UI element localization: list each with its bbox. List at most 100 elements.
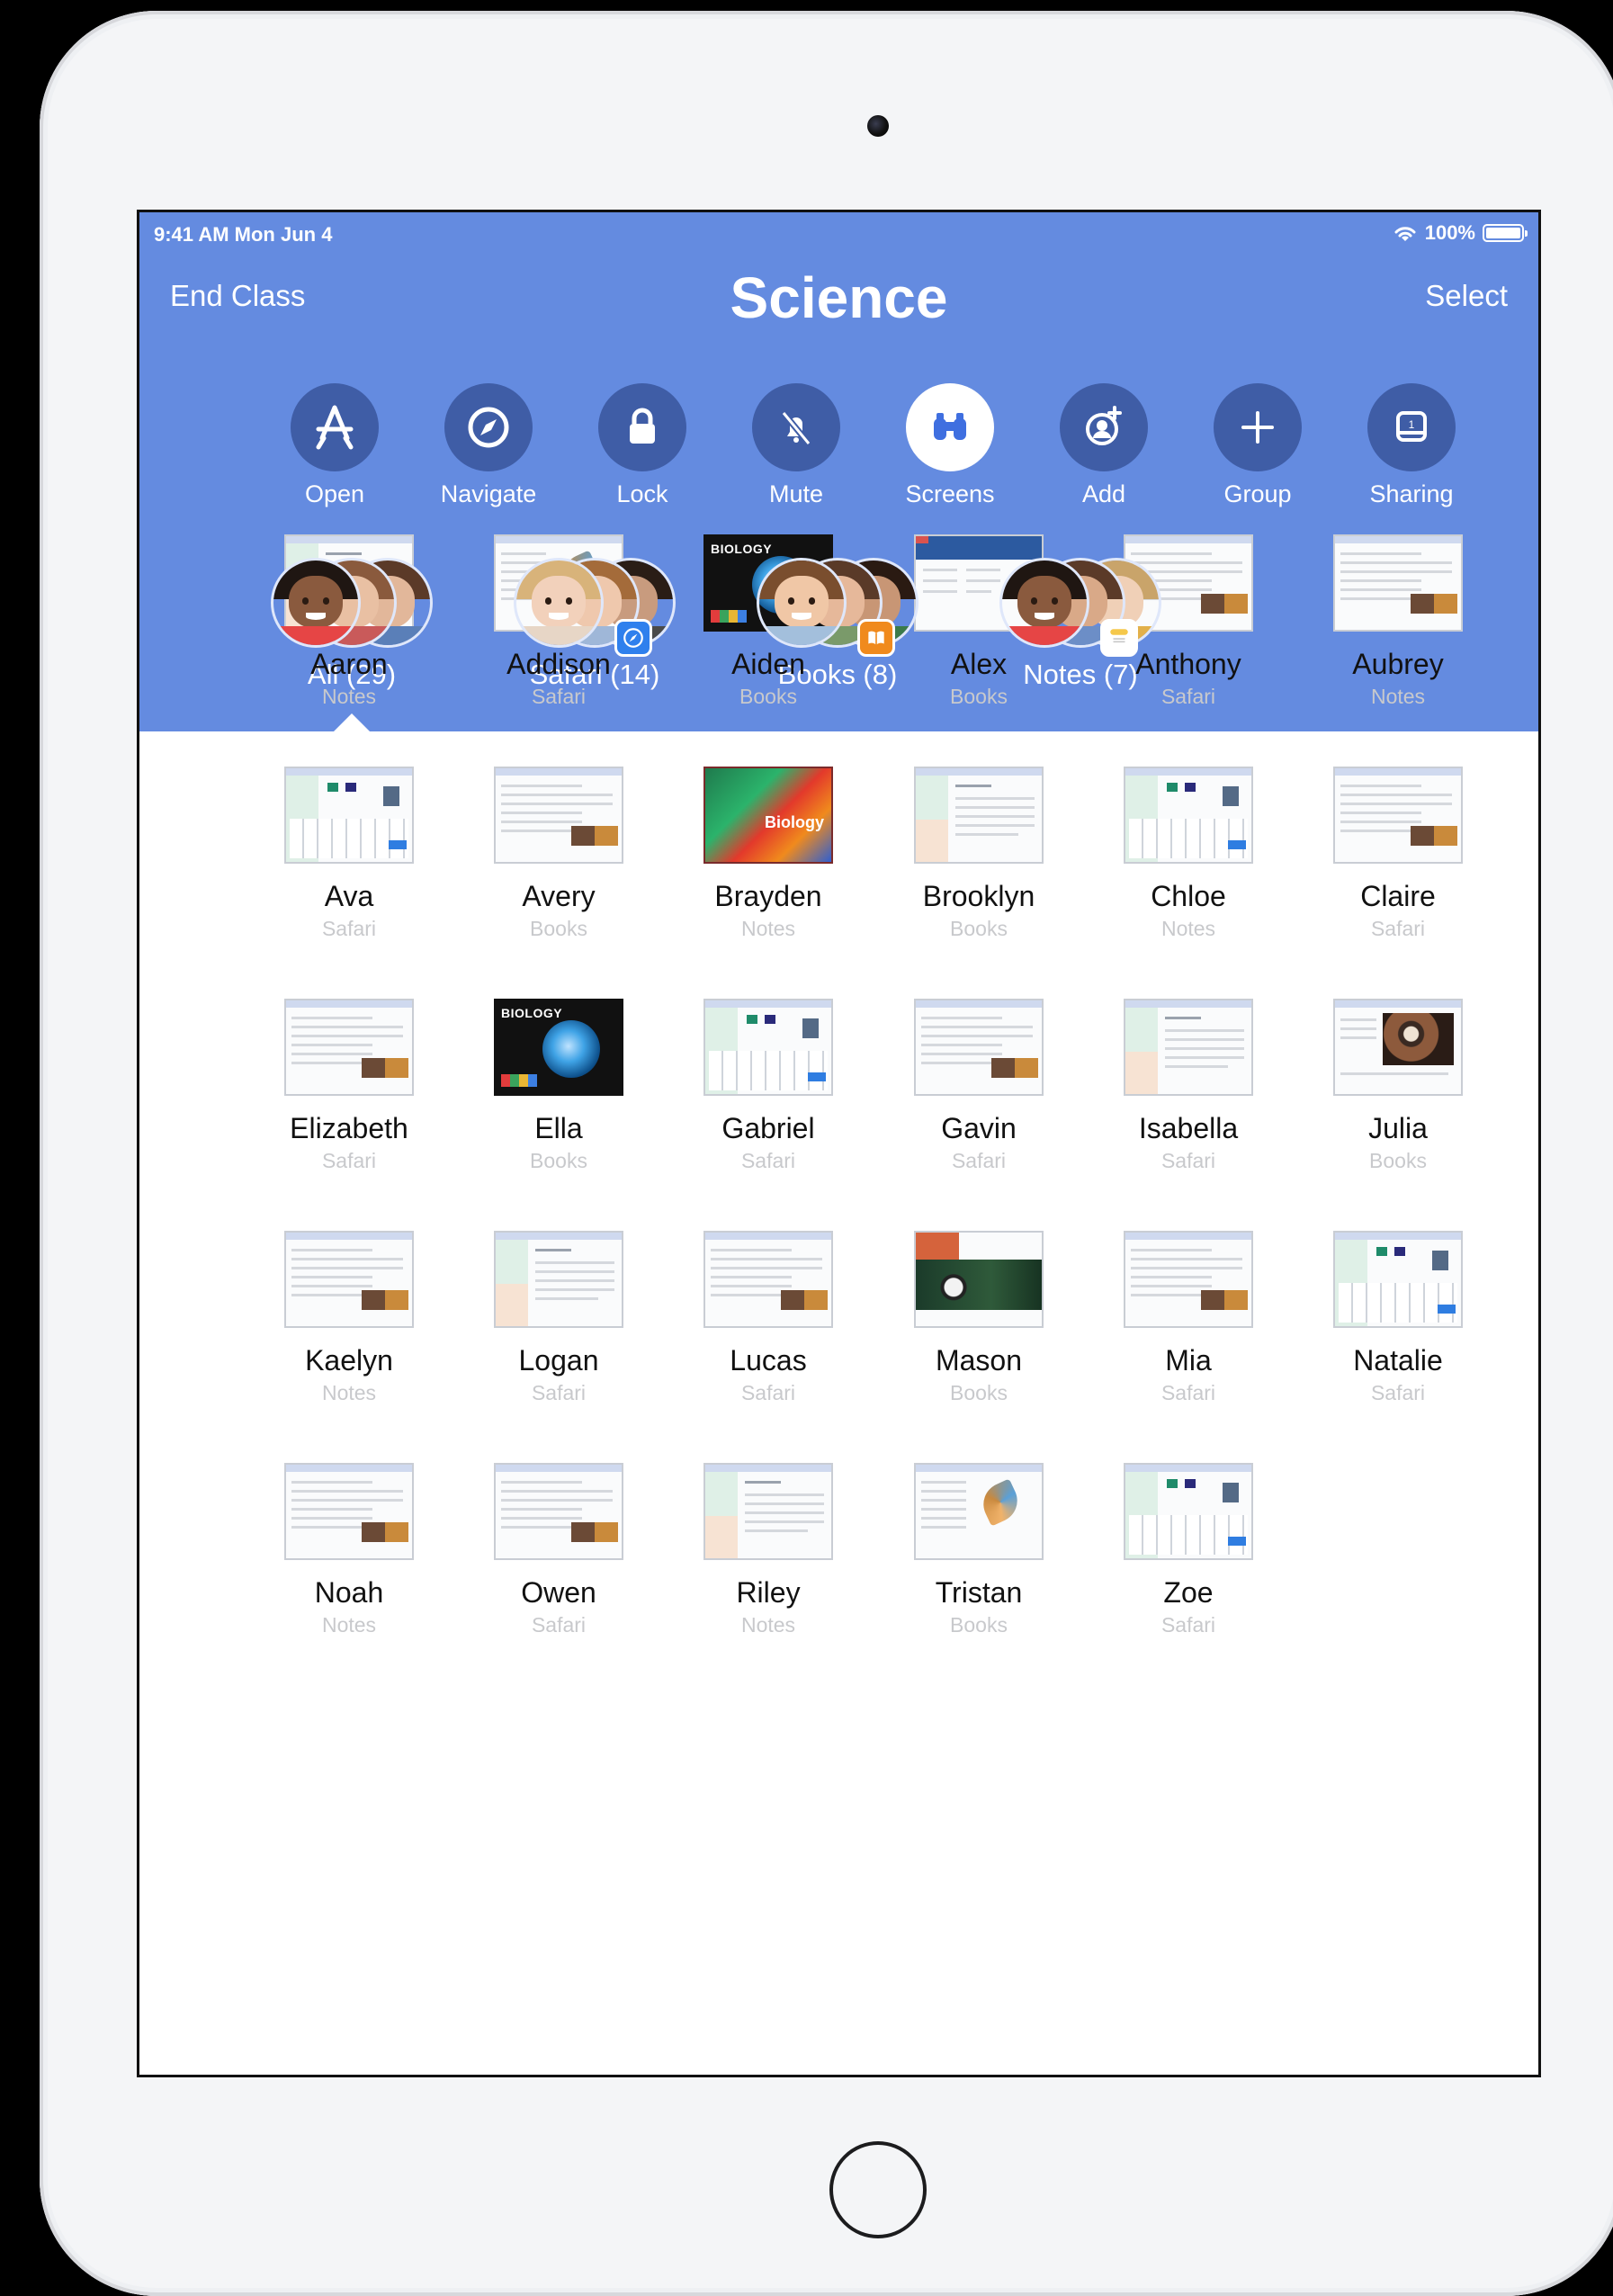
student-name: Tristan — [935, 1576, 1023, 1609]
wifi-icon — [1394, 227, 1416, 241]
student-card[interactable]: Elizabeth Safari — [246, 999, 453, 1173]
screen-thumbnail — [284, 767, 414, 864]
student-name: Logan — [518, 1344, 599, 1377]
screen-thumbnail — [1124, 767, 1253, 864]
screen-thumbnail — [1124, 1231, 1253, 1328]
student-card[interactable]: Gabriel Safari — [665, 999, 872, 1173]
add-person-icon — [1060, 383, 1148, 471]
home-button[interactable] — [829, 2141, 927, 2238]
screen-thumbnail — [703, 1231, 833, 1328]
student-card[interactable]: Natalie Safari — [1295, 1231, 1501, 1405]
student-current-app: Safari — [740, 1381, 796, 1404]
student-card[interactable]: Claire Safari — [1295, 767, 1501, 941]
screen-thumbnail — [914, 1231, 1044, 1328]
student-current-app: Notes — [740, 917, 796, 940]
student-current-app: Safari — [531, 1381, 587, 1404]
student-name: Lucas — [730, 1344, 807, 1377]
student-card[interactable]: Gavin Safari — [875, 999, 1082, 1173]
tool-label: Screens — [905, 480, 995, 507]
safari-badge-icon — [614, 619, 652, 657]
screen-thumbnail — [284, 999, 414, 1096]
student-current-app: Books — [950, 685, 1008, 708]
student-card[interactable]: Riley Notes — [665, 1463, 872, 1637]
screen-thumbnail — [914, 767, 1044, 864]
student-card[interactable]: Tristan Books — [875, 1463, 1082, 1637]
tool-group-button[interactable]: Group — [1177, 383, 1339, 508]
student-card[interactable]: Chloe Notes — [1085, 767, 1292, 941]
student-card[interactable]: Mason Books — [875, 1231, 1082, 1405]
screen-thumbnail — [1333, 1231, 1463, 1328]
avatar-stack — [999, 558, 1161, 657]
student-current-app: Safari — [531, 685, 587, 708]
student-card[interactable]: Owen Safari — [455, 1463, 662, 1637]
avatar-stack — [757, 558, 919, 657]
lock-icon — [598, 383, 686, 471]
student-current-app: Safari — [1160, 1613, 1216, 1637]
student-card[interactable]: Julia Books — [1295, 999, 1501, 1173]
tool-label: Group — [1223, 480, 1292, 507]
tool-open-button[interactable]: Open — [254, 383, 416, 508]
student-name: Noah — [314, 1576, 384, 1609]
screen-thumbnail — [914, 1463, 1044, 1560]
student-card[interactable]: BIOLOGY Ella Books — [455, 999, 662, 1173]
student-current-app: Safari — [321, 1149, 377, 1172]
tool-add-button[interactable]: Add — [1023, 383, 1185, 508]
tool-lock-button[interactable]: Lock — [561, 383, 723, 508]
student-card[interactable]: Avery Books — [455, 767, 662, 941]
student-card[interactable]: Logan Safari — [455, 1231, 662, 1405]
screen-thumbnail — [1333, 534, 1463, 632]
tool-mute-button[interactable]: Mute — [715, 383, 877, 508]
student-current-app: Safari — [1160, 1149, 1216, 1172]
tool-label: Open — [304, 480, 365, 507]
student-card[interactable]: Ava Safari — [246, 767, 453, 941]
screen-thumbnail — [703, 999, 833, 1096]
student-card[interactable]: Mia Safari — [1085, 1231, 1292, 1405]
student-name: Brayden — [714, 880, 822, 912]
tool-label: Navigate — [440, 480, 537, 507]
screen-thumbnail — [1333, 999, 1463, 1096]
student-current-app: Safari — [951, 1149, 1007, 1172]
student-name: Gavin — [941, 1112, 1017, 1144]
student-name: Chloe — [1151, 880, 1226, 912]
student-name: Brooklyn — [922, 880, 1035, 912]
books-badge-icon — [857, 619, 895, 657]
student-card[interactable]: Noah Notes — [246, 1463, 453, 1637]
student-card[interactable]: Biology Brayden Notes — [665, 767, 872, 941]
student-card[interactable]: Brooklyn Books — [875, 767, 1082, 941]
tool-label: Add — [1081, 480, 1126, 507]
tool-sharing-button[interactable]: 1 Sharing — [1331, 383, 1492, 508]
student-name: Elizabeth — [290, 1112, 408, 1144]
student-current-app: Books — [530, 917, 587, 940]
student-card[interactable]: Lucas Safari — [665, 1231, 872, 1405]
screen-thumbnail — [1333, 767, 1463, 864]
screen-thumbnail — [494, 1463, 623, 1560]
app-store-icon — [291, 383, 379, 471]
student-card[interactable]: Kaelyn Notes — [246, 1231, 453, 1405]
thumbnail-title: Biology — [765, 813, 824, 831]
student-name: Isabella — [1138, 1112, 1239, 1144]
avatar — [514, 558, 604, 648]
student-card[interactable]: Aubrey Notes — [1295, 534, 1501, 709]
plus-icon — [1214, 383, 1302, 471]
page-title: Science — [730, 265, 948, 330]
screen-thumbnail — [494, 1231, 623, 1328]
student-card[interactable]: Zoe Safari — [1085, 1463, 1292, 1637]
avatar — [757, 558, 847, 648]
compass-icon — [444, 383, 533, 471]
tool-label: Mute — [768, 480, 824, 507]
student-name: Owen — [521, 1576, 596, 1609]
tool-navigate-button[interactable]: Navigate — [408, 383, 569, 508]
avatar-stack — [514, 558, 676, 657]
tool-screens-button[interactable]: Screens — [869, 383, 1031, 508]
student-name: Julia — [1368, 1112, 1428, 1144]
student-current-app: Safari — [321, 917, 377, 940]
battery-icon — [1483, 224, 1528, 242]
select-button[interactable]: Select — [1425, 279, 1508, 313]
classroom-toolbar: Open Navigate Lock Mute Screens Add Grou… — [139, 383, 1538, 509]
student-card[interactable]: Isabella Safari — [1085, 999, 1292, 1173]
status-right: 100% — [1393, 221, 1528, 245]
screen-thumbnail — [284, 1463, 414, 1560]
student-name: Riley — [736, 1576, 801, 1609]
screen-thumbnail — [494, 767, 623, 864]
status-time: 9:41 AM Mon Jun 4 — [154, 223, 333, 246]
